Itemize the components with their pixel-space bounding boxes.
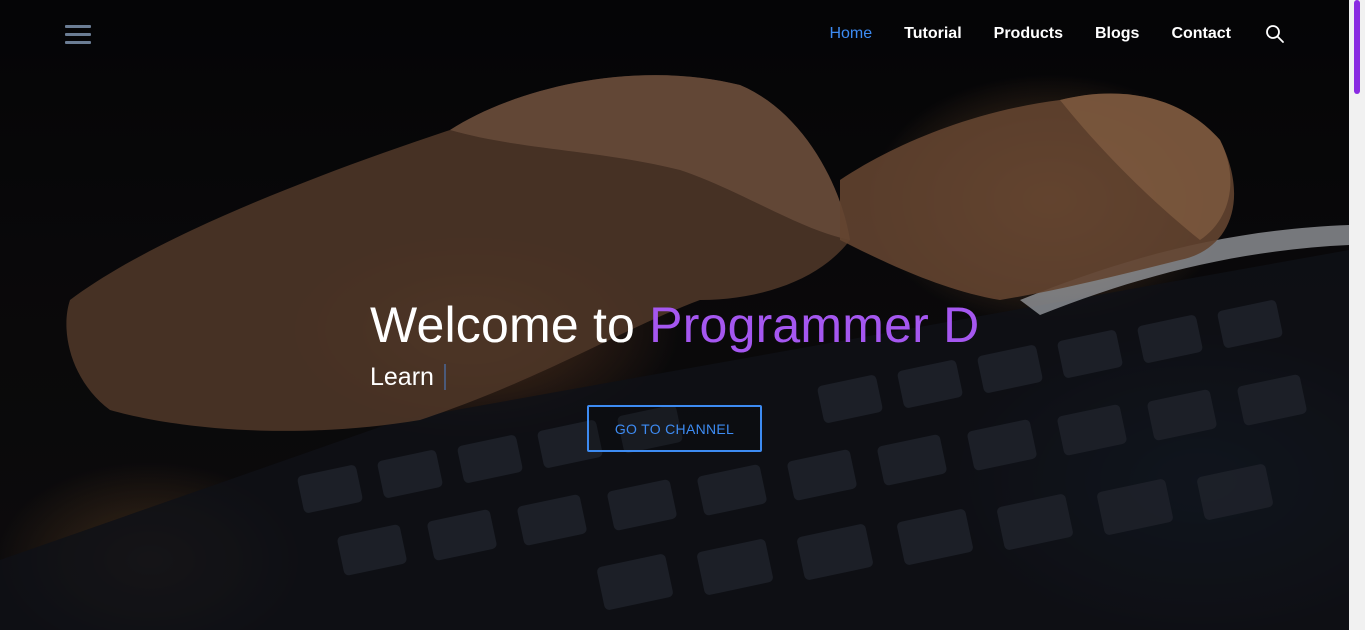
hero-subtitle: Learn xyxy=(370,360,1070,394)
menu-bar xyxy=(65,41,91,44)
hero-content: Welcome to Programmer D Learn xyxy=(370,294,1070,394)
nav-link-contact[interactable]: Contact xyxy=(1171,22,1231,46)
menu-bar xyxy=(65,25,91,28)
nav-link-products[interactable]: Products xyxy=(994,22,1063,46)
typing-cursor xyxy=(443,364,446,390)
search-icon[interactable] xyxy=(1265,24,1285,44)
hero-subtitle-text: Learn xyxy=(370,363,434,391)
page: Home Tutorial Products Blogs Contact Wel… xyxy=(0,0,1365,630)
scrollbar[interactable] xyxy=(1349,0,1365,630)
go-to-channel-button[interactable]: GO TO CHANNEL xyxy=(587,405,762,452)
nav-link-tutorial[interactable]: Tutorial xyxy=(904,22,961,46)
hero-title-prefix: Welcome to xyxy=(370,297,650,353)
nav-link-blogs[interactable]: Blogs xyxy=(1095,22,1139,46)
hamburger-menu-icon[interactable] xyxy=(65,25,91,45)
scrollbar-thumb[interactable] xyxy=(1354,0,1360,94)
nav-link-home[interactable]: Home xyxy=(829,22,872,46)
menu-bar xyxy=(65,33,91,36)
hero-title: Welcome to Programmer D xyxy=(370,294,1070,356)
hero-title-accent: Programmer D xyxy=(649,297,980,353)
navbar: Home Tutorial Products Blogs Contact xyxy=(0,0,1349,68)
nav-links: Home Tutorial Products Blogs Contact xyxy=(829,22,1349,46)
